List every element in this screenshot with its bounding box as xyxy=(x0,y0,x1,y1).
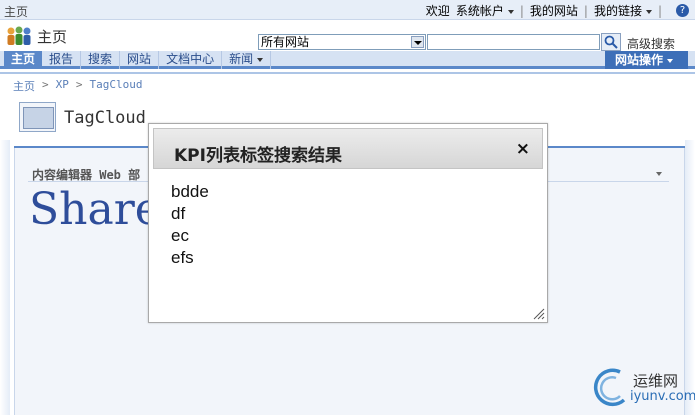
site-header: 主页 所有网站 高级搜索 xyxy=(0,21,695,51)
chevron-down-icon xyxy=(257,57,264,62)
watermark-url: iyunv.com xyxy=(630,389,695,404)
page-icon xyxy=(19,102,56,132)
search-input[interactable] xyxy=(427,34,600,50)
welcome-label: 欢迎 xyxy=(425,4,450,18)
chevron-down-icon xyxy=(645,9,652,14)
topbar-home-label: 主页 xyxy=(4,5,29,19)
help-icon[interactable]: ? xyxy=(676,4,689,17)
tab-sites[interactable]: 网站 xyxy=(120,51,160,69)
dialog-title: KPI列表标签搜索结果 xyxy=(174,146,342,166)
tab-search[interactable]: 搜索 xyxy=(81,51,121,69)
dialog-header: KPI列表标签搜索结果 × xyxy=(153,128,543,169)
search-results-dialog: KPI列表标签搜索结果 × bdde df ec efs xyxy=(148,123,548,323)
search-scope-select[interactable]: 所有网站 xyxy=(258,34,426,50)
watermark-logo-icon xyxy=(593,368,626,407)
advanced-search-link[interactable]: 高级搜索 xyxy=(627,35,675,52)
webpart-content-text: Share xyxy=(29,184,161,235)
top-navigation: 主页 报告 搜索 网站 文档中心 新闻 网站操作 xyxy=(0,51,695,69)
results-list: bdde df ec efs xyxy=(171,181,209,269)
chevron-down-icon xyxy=(667,58,674,63)
search-button[interactable] xyxy=(601,33,621,51)
search-icon xyxy=(604,35,618,49)
nav-tabs: 主页 报告 搜索 网站 文档中心 新闻 xyxy=(4,51,272,69)
list-item[interactable]: efs xyxy=(171,247,209,269)
account-menu[interactable]: 系统帐户 xyxy=(456,2,514,19)
tab-news-label: 新闻 xyxy=(229,52,254,66)
account-label: 系统帐户 xyxy=(455,4,504,18)
watermark: 运维网 iyunv.com xyxy=(590,364,695,410)
my-links-label: 我的链接 xyxy=(593,4,642,18)
my-site-link[interactable]: 我的网站 xyxy=(530,2,578,19)
left-gutter xyxy=(0,140,10,415)
chevron-right-icon: > xyxy=(75,78,83,91)
people-logo-icon xyxy=(7,26,31,45)
nav-strip xyxy=(0,72,695,74)
tab-document-center[interactable]: 文档中心 xyxy=(159,51,223,69)
list-item[interactable]: df xyxy=(171,203,209,225)
breadcrumb-xp[interactable]: XP xyxy=(56,78,69,94)
breadcrumb: 主页 > XP > TagCloud xyxy=(13,78,142,94)
tab-home[interactable]: 主页 xyxy=(4,51,43,69)
chevron-down-icon[interactable] xyxy=(411,36,424,48)
site-title: 主页 xyxy=(37,28,68,46)
breadcrumb-home[interactable]: 主页 xyxy=(13,78,35,94)
tab-reports[interactable]: 报告 xyxy=(42,51,82,69)
list-item[interactable]: bdde xyxy=(171,181,209,203)
page-title: TagCloud xyxy=(64,108,146,128)
search-scope-value: 所有网站 xyxy=(261,35,310,49)
my-links-menu[interactable]: 我的链接 xyxy=(594,2,652,19)
list-item[interactable]: ec xyxy=(171,225,209,247)
close-icon[interactable]: × xyxy=(516,139,530,159)
top-links: 欢迎 系统帐户 | 我的网站 | 我的链接 | ? xyxy=(426,2,689,19)
chevron-down-icon[interactable] xyxy=(656,172,662,176)
watermark-title: 运维网 xyxy=(633,372,679,390)
top-bar: 主页 欢迎 系统帐户 | 我的网站 | 我的链接 | ? xyxy=(0,0,695,20)
site-actions-label: 网站操作 xyxy=(615,53,664,67)
resize-grip-icon[interactable] xyxy=(533,308,545,320)
site-actions-menu[interactable]: 网站操作 xyxy=(605,51,688,69)
tab-news[interactable]: 新闻 xyxy=(222,51,272,69)
breadcrumb-current: TagCloud xyxy=(89,78,143,91)
chevron-right-icon: > xyxy=(42,78,49,91)
chevron-down-icon xyxy=(507,9,514,14)
